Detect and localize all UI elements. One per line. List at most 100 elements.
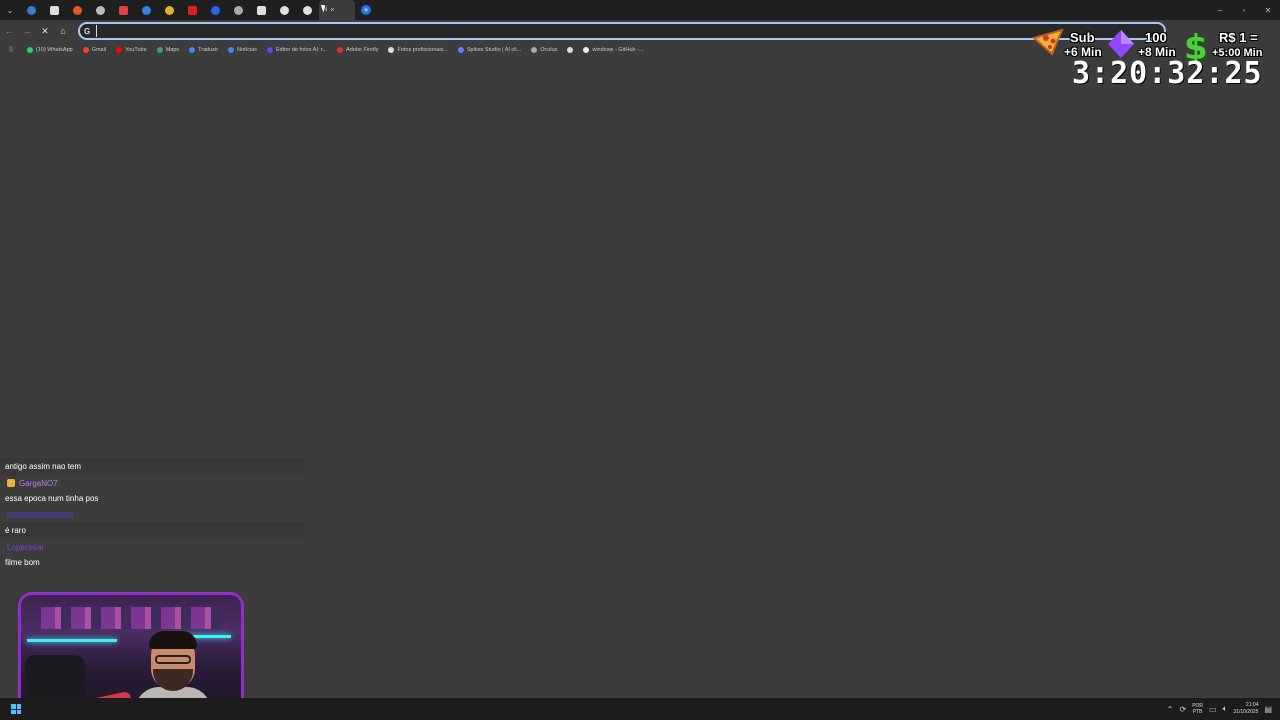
chevron-up-icon[interactable]: ⌃ — [1167, 705, 1174, 714]
tab[interactable] — [296, 0, 319, 20]
bookmark-favicon-icon — [228, 47, 235, 53]
tab[interactable] — [227, 0, 250, 20]
chat-message: é raro — [0, 522, 304, 540]
bits-gem-icon — [1108, 30, 1134, 58]
bookmark-label: Spikes Studio | AI cli... — [466, 47, 522, 53]
address-input[interactable] — [96, 25, 1164, 37]
bookmark-item[interactable]: (10) WhatsApp — [22, 44, 78, 56]
chat-message: antigo assim nao tem — [0, 458, 304, 476]
bookmark-label: Maps — [165, 47, 180, 53]
chat-message-text: essa epoca num tinha pos — [5, 494, 99, 503]
tab-close-icon[interactable]: × — [330, 7, 334, 14]
bookmark-item[interactable]: windows - GitHub -... — [578, 44, 648, 56]
tab[interactable] — [89, 0, 112, 20]
bits-amount: 100 — [1145, 30, 1167, 45]
streamer-glasses — [155, 655, 191, 664]
chat-badge-icon — [7, 479, 15, 487]
clock[interactable]: 21:04 31/10/2025 — [1233, 702, 1258, 716]
bookmark-label: Fotos profissionais... — [397, 47, 448, 53]
bookmark-item[interactable]: Notícias — [223, 44, 262, 56]
bookmark-item[interactable]: Adobe Firefly — [332, 44, 383, 56]
tab[interactable] — [250, 0, 273, 20]
bookmark-label: Gmail — [91, 47, 107, 53]
notification-icon[interactable]: ▤ — [1264, 705, 1272, 714]
maximize-icon[interactable]: ▫ — [1232, 0, 1256, 20]
address-bar[interactable]: G — [78, 22, 1166, 40]
chat-message-text: filme bom — [5, 558, 40, 567]
tab[interactable] — [66, 0, 89, 20]
chat-message: essa epoca num tinha pos — [0, 490, 304, 508]
chat-username[interactable] — [7, 512, 73, 518]
bookmark-label: (10) WhatsApp — [36, 47, 73, 53]
tab-search-button[interactable]: ⌄ — [0, 0, 20, 20]
tab[interactable] — [20, 0, 43, 20]
tab[interactable] — [135, 0, 158, 20]
bookmark-item[interactable]: Maps — [152, 44, 184, 56]
bookmark-favicon-icon — [531, 47, 538, 53]
bookmark-favicon-icon — [116, 47, 123, 53]
bookmark-label: windows - GitHub -... — [592, 47, 644, 53]
tab-favicon-icon — [303, 5, 312, 15]
tab-favicon-icon — [27, 5, 36, 15]
tab-favicon-icon — [165, 5, 174, 15]
tab[interactable] — [273, 0, 296, 20]
bookmark-item[interactable]: Traduzir — [184, 44, 223, 56]
chat-username-row — [0, 508, 304, 522]
bookmark-item[interactable]: Gmail — [78, 44, 111, 56]
close-window-icon[interactable]: ✕ — [1256, 0, 1280, 20]
bookmark-item[interactable]: Spikes Studio | AI cli... — [453, 44, 526, 56]
tab-strip: ⌄ N × + – ▫ ✕ — [0, 0, 1280, 20]
google-icon: G — [84, 26, 91, 36]
bookmark-favicon-icon — [583, 47, 590, 53]
system-tray: ⌃ ⟳ POR PTB ▭ 🔈︎ 21:04 31/10/2025 ▤ — [1167, 698, 1280, 720]
language-indicator[interactable]: POR PTB — [1192, 703, 1203, 715]
bookmark-favicon-icon — [156, 47, 163, 53]
bookmark-favicon-icon — [27, 47, 33, 53]
bookmark-item[interactable]: Fotos profissionais... — [383, 44, 452, 56]
volume-icon[interactable]: 🔈︎ — [1223, 704, 1228, 714]
bookmark-label: Editor de fotos AI: r... — [275, 47, 328, 53]
tab-favicon-icon — [211, 5, 220, 15]
bookmark-item[interactable]: Oculus — [526, 44, 562, 56]
chat-username[interactable]: Lopecesar — [7, 543, 44, 552]
back-button[interactable]: ← — [0, 20, 18, 42]
bookmark-favicon-icon — [337, 47, 344, 53]
tab-favicon-icon — [50, 5, 59, 15]
pizza-icon — [1032, 28, 1064, 56]
bookmark-label: Oculus — [540, 47, 558, 53]
bookmark-label: Adobe Firefly — [346, 47, 379, 53]
clock-date: 31/10/2025 — [1233, 709, 1259, 715]
tab[interactable] — [158, 0, 181, 20]
screen: ⌄ N × + – ▫ ✕ ← → ✕ ⌂ G ⠿ (10) WhatsApp G… — [0, 0, 1280, 720]
tab-favicon-icon — [119, 5, 128, 15]
display-icon[interactable]: ▭ — [1209, 705, 1217, 714]
sync-icon[interactable]: ⟳ — [1179, 705, 1186, 714]
money-label: R$ 1 = — [1219, 30, 1258, 45]
bookmark-item[interactable]: YouTube — [111, 44, 152, 56]
chat-username[interactable]: GargaNO7 — [19, 479, 58, 488]
tab[interactable] — [204, 0, 227, 20]
bookmark-label: Traduzir — [198, 47, 219, 53]
tab[interactable] — [112, 0, 135, 20]
webcam-background-shelf — [41, 607, 221, 629]
stop-loading-button[interactable]: ✕ — [36, 20, 54, 42]
tab-favicon-icon — [73, 5, 82, 15]
bookmark-label: YouTube — [125, 47, 147, 53]
tab[interactable] — [181, 0, 204, 20]
bookmark-item[interactable]: Editor de fotos AI: r... — [262, 44, 332, 56]
minimize-icon[interactable]: – — [1208, 0, 1232, 20]
tab-favicon-icon — [96, 5, 105, 15]
start-button[interactable] — [0, 698, 32, 720]
bookmark-favicon-icon — [457, 47, 464, 53]
bookmark-item[interactable] — [562, 44, 578, 56]
tab[interactable] — [43, 0, 66, 20]
forward-button[interactable]: → — [18, 20, 36, 42]
new-tab-button[interactable]: + — [361, 5, 371, 15]
neon-light — [27, 639, 117, 642]
taskbar: ⌃ ⟳ POR PTB ▭ 🔈︎ 21:04 31/10/2025 ▤ — [0, 698, 1280, 720]
apps-icon[interactable]: ⠿ — [0, 46, 22, 54]
chat-overlay: antigo assim nao tem GargaNO7 essa epoca n… — [0, 458, 304, 572]
tab-list — [20, 0, 319, 20]
home-button[interactable]: ⌂ — [54, 20, 72, 42]
bookmark-favicon-icon — [567, 47, 574, 53]
